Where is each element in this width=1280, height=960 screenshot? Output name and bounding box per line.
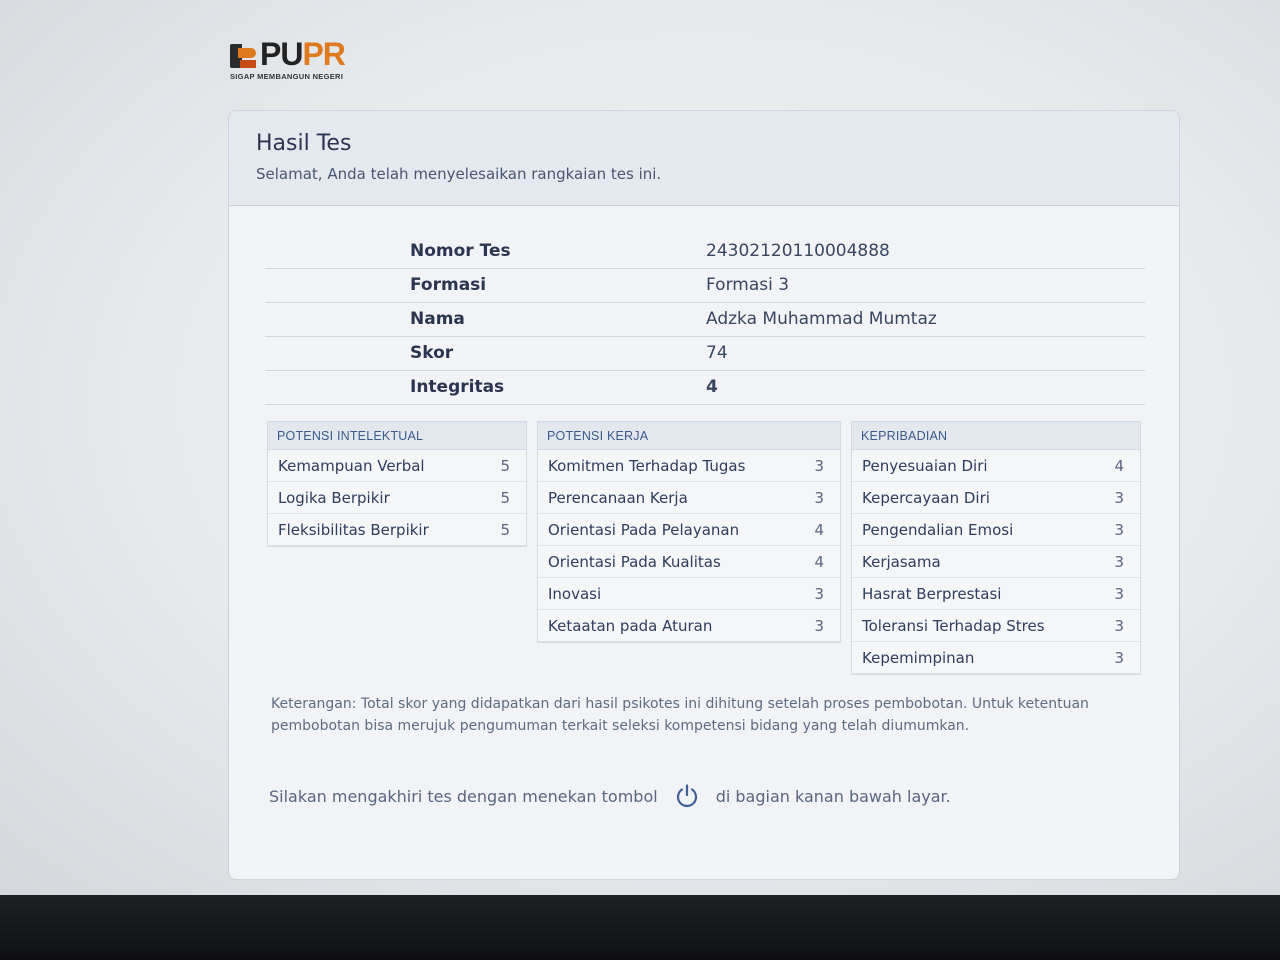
info-label: Nama [410, 309, 465, 329]
info-label: Skor [410, 343, 454, 363]
info-row-formasi: Formasi Formasi 3 [265, 269, 1145, 303]
score-label: Logika Berpikir [278, 489, 390, 507]
score-row: Kepemimpinan 3 [852, 642, 1140, 674]
panel-kepribadian: KEPRIBADIAN Penyesuaian Diri 4 Kepercayaa… [851, 421, 1141, 675]
score-value: 3 [814, 457, 824, 475]
score-value: 3 [1114, 649, 1124, 667]
info-label: Integritas [410, 377, 505, 397]
card-header: Hasil Tes Selamat, Anda telah menyelesai… [229, 111, 1179, 206]
score-row: Hasrat Berprestasi 3 [852, 578, 1140, 610]
info-row-nama: Nama Adzka Muhammad Mumtaz [265, 303, 1145, 337]
score-row: Orientasi Pada Kualitas 4 [538, 546, 840, 578]
score-label: Orientasi Pada Kualitas [548, 553, 721, 571]
panel-potensi-kerja: POTENSI KERJA Komitmen Terhadap Tugas 3 P… [537, 421, 841, 643]
score-value: 4 [814, 521, 824, 539]
score-label: Kemampuan Verbal [278, 457, 425, 475]
info-value: Adzka Muhammad Mumtaz [706, 309, 937, 329]
score-row: Perencanaan Kerja 3 [538, 482, 840, 514]
score-label: Pengendalian Emosi [862, 521, 1014, 539]
power-icon [674, 783, 700, 809]
score-row: Kepercayaan Diri 3 [852, 482, 1140, 514]
score-value: 4 [1114, 457, 1124, 475]
panel-title: POTENSI KERJA [538, 422, 840, 450]
info-row-nomor-tes: Nomor Tes 24302120110004888 [265, 235, 1145, 269]
score-label: Toleransi Terhadap Stres [862, 617, 1045, 635]
page-subtitle: Selamat, Anda telah menyelesaikan rangka… [256, 165, 662, 183]
score-row: Logika Berpikir 5 [268, 482, 526, 514]
info-label: Formasi [410, 275, 487, 295]
score-label: Perencanaan Kerja [548, 489, 688, 507]
score-value: 5 [500, 489, 510, 507]
score-row: Kerjasama 3 [852, 546, 1140, 578]
panel-title: KEPRIBADIAN [852, 422, 1140, 450]
info-row-skor: Skor 74 [265, 337, 1145, 371]
score-row: Komitmen Terhadap Tugas 3 [538, 450, 840, 482]
info-value: Formasi 3 [706, 275, 790, 295]
score-label: Kerjasama [862, 553, 941, 571]
score-value: 3 [814, 489, 824, 507]
score-row: Fleksibilitas Berpikir 5 [268, 514, 526, 546]
score-label: Ketaatan pada Aturan [548, 617, 713, 635]
score-label: Orientasi Pada Pelayanan [548, 521, 740, 539]
score-value: 3 [814, 617, 824, 635]
score-label: Komitmen Terhadap Tugas [548, 457, 746, 475]
score-label: Kepercayaan Diri [862, 489, 990, 507]
score-value: 3 [1114, 489, 1124, 507]
score-label: Penyesuaian Diri [862, 457, 988, 475]
pupr-logo: PUPR SIGAP MEMBANGUN NEGERI [230, 36, 365, 82]
info-value: 74 [706, 343, 728, 363]
score-row: Toleransi Terhadap Stres 3 [852, 610, 1140, 642]
page-title: Hasil Tes [256, 131, 352, 156]
info-value: 24302120110004888 [706, 241, 890, 261]
score-row: Orientasi Pada Pelayanan 4 [538, 514, 840, 546]
screen: PUPR SIGAP MEMBANGUN NEGERI Hasil Tes Se… [0, 0, 1280, 895]
score-value: 3 [1114, 617, 1124, 635]
score-label: Hasrat Berprestasi [862, 585, 1002, 603]
info-label: Nomor Tes [410, 241, 511, 261]
score-value: 5 [500, 457, 510, 475]
result-card: Hasil Tes Selamat, Anda telah menyelesai… [228, 110, 1180, 880]
score-row: Inovasi 3 [538, 578, 840, 610]
note-text: Keterangan: Total skor yang didapatkan d… [271, 696, 1089, 734]
instruction-text-before: Silakan mengakhiri tes dengan menekan to… [269, 786, 658, 806]
score-value: 4 [814, 553, 824, 571]
score-label: Fleksibilitas Berpikir [278, 521, 429, 539]
panel-title: POTENSI INTELEKTUAL [268, 422, 526, 450]
logo-text: PUPR [260, 36, 346, 72]
info-table: Nomor Tes 24302120110004888 Formasi Form… [265, 235, 1145, 405]
logo-tagline: SIGAP MEMBANGUN NEGERI [230, 72, 344, 81]
score-value: 3 [1114, 585, 1124, 603]
info-row-integritas: Integritas 4 [265, 371, 1145, 405]
info-value: 4 [706, 377, 718, 397]
monitor-bezel [0, 895, 1280, 960]
score-label: Kepemimpinan [862, 649, 975, 667]
panel-potensi-intelektual: POTENSI INTELEKTUAL Kemampuan Verbal 5 Lo… [267, 421, 527, 547]
score-row: Kemampuan Verbal 5 [268, 450, 526, 482]
end-test-instruction: Silakan mengakhiri tes dengan menekan to… [269, 783, 951, 809]
score-value: 3 [1114, 553, 1124, 571]
score-row: Ketaatan pada Aturan 3 [538, 610, 840, 642]
pupr-logo-mark-icon [230, 42, 258, 70]
score-value: 3 [814, 585, 824, 603]
instruction-text-after: di bagian kanan bawah layar. [715, 786, 951, 806]
score-label: Inovasi [548, 585, 602, 603]
score-value: 3 [1114, 521, 1124, 539]
score-row: Pengendalian Emosi 3 [852, 514, 1140, 546]
score-row: Penyesuaian Diri 4 [852, 450, 1140, 482]
score-value: 5 [500, 521, 510, 539]
